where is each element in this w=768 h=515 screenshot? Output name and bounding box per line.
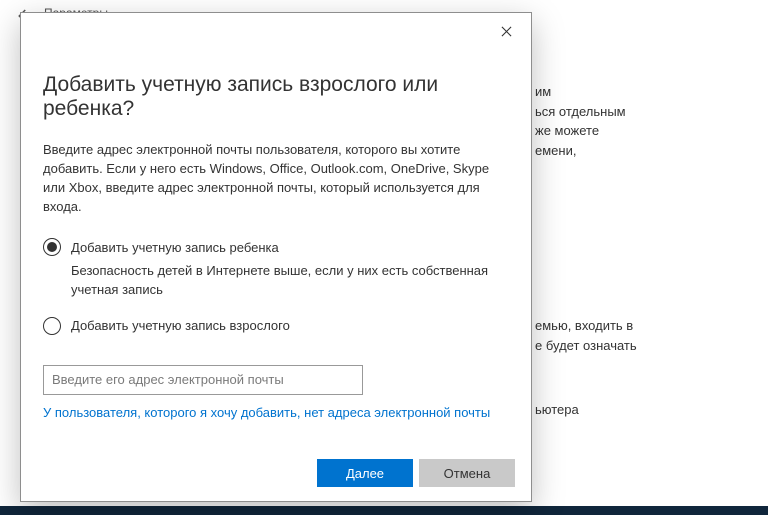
no-email-link[interactable]: У пользователя, которого я хочу добавить… — [43, 405, 490, 420]
radio-icon — [43, 317, 61, 335]
radio-icon — [43, 238, 61, 256]
radio-child-description: Безопасность детей в Интернете выше, есл… — [71, 262, 509, 298]
radio-child-label: Добавить учетную запись ребенка — [71, 240, 279, 255]
background-text-fragment: им ься отдельным же можете емени, — [535, 82, 755, 160]
cancel-button[interactable]: Отмена — [419, 459, 515, 487]
background-text-fragment: ьютера — [535, 400, 755, 420]
background-text-fragment: емью, входить в е будет означать — [535, 316, 755, 355]
radio-add-child[interactable]: Добавить учетную запись ребенка — [43, 238, 509, 256]
next-button[interactable]: Далее — [317, 459, 413, 487]
email-input[interactable] — [43, 365, 363, 395]
radio-add-adult[interactable]: Добавить учетную запись взрослого — [43, 317, 509, 335]
close-icon — [501, 26, 512, 37]
dialog-description: Введите адрес электронной почты пользова… — [43, 141, 509, 216]
dialog-close-button[interactable] — [491, 19, 521, 43]
dialog-title: Добавить учетную запись взрослого или ре… — [43, 73, 509, 121]
taskbar[interactable] — [0, 506, 768, 515]
radio-adult-label: Добавить учетную запись взрослого — [71, 318, 290, 333]
add-account-dialog: Добавить учетную запись взрослого или ре… — [20, 12, 532, 502]
